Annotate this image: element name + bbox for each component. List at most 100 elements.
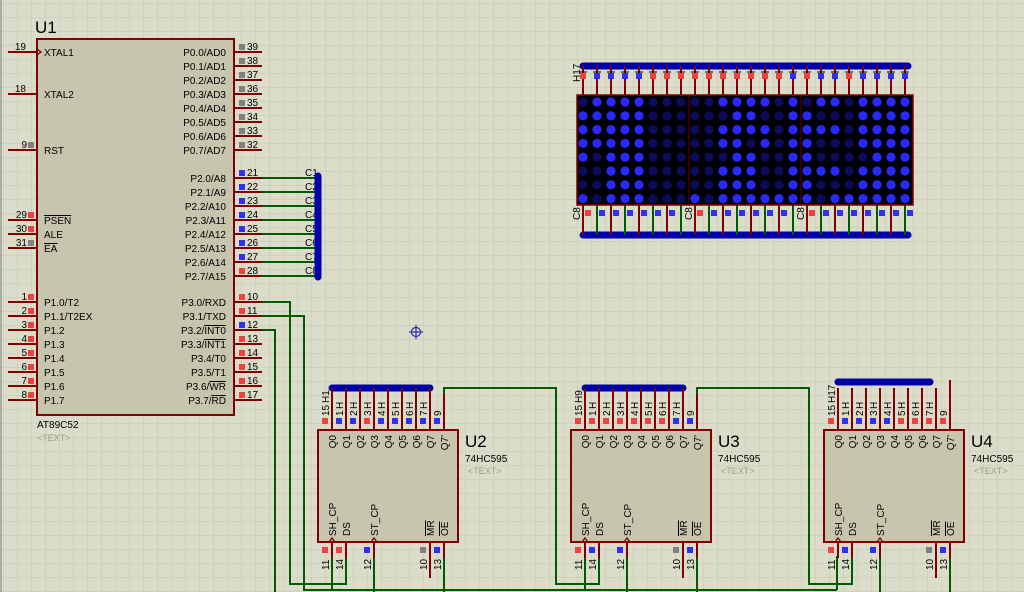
pin-state-indicator xyxy=(364,547,370,553)
matrix-bottom-pin-state xyxy=(725,210,731,216)
pin-state-indicator xyxy=(364,418,370,424)
matrix-top-pin-state xyxy=(860,73,866,79)
pin-number: 5 xyxy=(897,410,908,416)
component-u1-at89c52[interactable]: U1AT89C52<TEXT>19XTAL118XTAL29RST29PSEN3… xyxy=(8,18,262,443)
pin-number: 13 xyxy=(247,334,259,345)
pin-name: Q0 xyxy=(581,435,592,449)
pin-name: Q7' xyxy=(693,435,704,450)
pin-state-indicator xyxy=(239,336,245,342)
pin-name-text: P3.4/T0 xyxy=(191,354,226,365)
pin-state-indicator xyxy=(687,547,693,553)
led-on xyxy=(788,138,798,148)
pin-state-indicator xyxy=(645,418,651,424)
led-off xyxy=(676,138,686,148)
pin-state-indicator xyxy=(898,418,904,424)
pin-name: ST_CP xyxy=(623,503,634,536)
net-label: H xyxy=(349,402,360,409)
pin-name-text: ALE xyxy=(44,230,63,241)
pin-number: 27 xyxy=(247,252,259,263)
led-off xyxy=(760,166,770,176)
pin-number: 10 xyxy=(925,558,936,570)
led-off xyxy=(704,111,714,121)
led-on xyxy=(578,138,588,148)
led-off xyxy=(844,166,854,176)
schematic-canvas[interactable]: C1C2C3C4C5C6C7C8 U1AT89C52<TEXT>19XTAL11… xyxy=(0,0,1024,592)
pin-name: P1.5 xyxy=(44,368,65,379)
pin-state-indicator xyxy=(940,547,946,553)
pin-name-text: P2.3/A11 xyxy=(186,216,227,227)
pin-number: 26 xyxy=(247,238,259,249)
pin-state-indicator xyxy=(336,418,342,424)
matrix-top-pin-state xyxy=(734,73,740,79)
net-label: H xyxy=(841,402,852,409)
pin-name: P1.2 xyxy=(44,326,65,337)
led-on xyxy=(718,97,728,107)
pin-number: 5 xyxy=(644,410,655,416)
pin-name-text: P1.7 xyxy=(44,396,65,407)
pin-number: 37 xyxy=(247,70,259,81)
pin-number: 15 xyxy=(574,404,585,416)
pin-state-indicator xyxy=(239,44,245,50)
led-on xyxy=(858,125,868,135)
pin-number: 9 xyxy=(939,410,950,416)
led-on xyxy=(746,125,756,135)
led-on xyxy=(620,194,630,204)
led-off xyxy=(662,180,672,190)
pin-state-indicator xyxy=(28,350,34,356)
matrix-top-pin-state xyxy=(902,73,908,79)
led-off xyxy=(676,97,686,107)
pin-name-overline: EA xyxy=(44,244,58,255)
matrix-top-pin-state xyxy=(818,73,824,79)
matrix-bottom-pin-state xyxy=(823,210,829,216)
led-on xyxy=(802,166,812,176)
pin-state-indicator xyxy=(659,418,665,424)
pin-name-overline: PSEN xyxy=(44,216,71,227)
pin-name: Q7 xyxy=(426,435,437,449)
pin-name: P3.4/T0 xyxy=(191,354,226,365)
pin-number: 11 xyxy=(321,559,332,570)
led-on xyxy=(858,166,868,176)
pin-state-indicator xyxy=(434,547,440,553)
led-off xyxy=(816,194,826,204)
led-on xyxy=(732,97,742,107)
pin-state-indicator xyxy=(239,170,245,176)
led-on xyxy=(732,125,742,135)
pin-state-indicator xyxy=(350,418,356,424)
matrix-top-pin-state xyxy=(706,73,712,79)
led-on xyxy=(732,111,742,121)
led-off xyxy=(718,111,728,121)
chip-part-name: 74HC595 xyxy=(718,454,761,465)
led-on xyxy=(886,180,896,190)
led-on xyxy=(900,194,910,204)
pin-state-indicator xyxy=(239,226,245,232)
pin-number: 23 xyxy=(247,196,259,207)
led-on xyxy=(872,125,882,135)
led-off xyxy=(592,180,602,190)
led-off xyxy=(844,138,854,148)
led-off xyxy=(648,97,658,107)
led-on xyxy=(816,125,826,135)
pin-number: 1 xyxy=(841,410,852,416)
pin-state-indicator xyxy=(28,308,34,314)
pin-state-indicator xyxy=(617,418,623,424)
pin-name: P3.6/WR xyxy=(186,382,226,393)
chip-part-name: 74HC595 xyxy=(971,454,1014,465)
matrix-net-label: C8 xyxy=(684,207,695,220)
led-on xyxy=(620,138,630,148)
led-on xyxy=(900,166,910,176)
pin-number: 28 xyxy=(247,266,259,277)
pin-number: 12 xyxy=(616,558,627,570)
led-on xyxy=(788,194,798,204)
pin-number: 6 xyxy=(405,410,416,416)
led-on xyxy=(718,194,728,204)
pin-state-indicator xyxy=(926,547,932,553)
led-off xyxy=(844,97,854,107)
pin-name: ALE xyxy=(44,230,63,241)
led-on xyxy=(900,111,910,121)
pin-number: 17 xyxy=(247,390,259,401)
led-off xyxy=(648,111,658,121)
pin-state-indicator xyxy=(322,418,328,424)
led-on xyxy=(732,152,742,162)
pin-number: 13 xyxy=(686,558,697,570)
pin-state-indicator xyxy=(28,364,34,370)
